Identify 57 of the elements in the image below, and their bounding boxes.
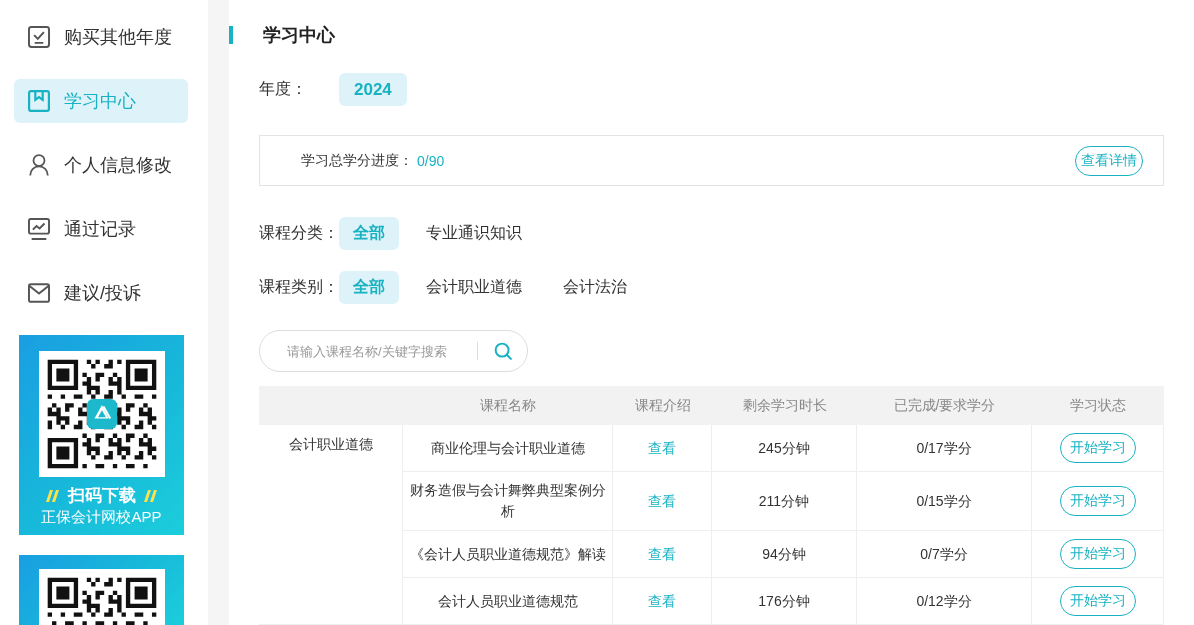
details-button[interactable]: 查看详情 (1075, 145, 1143, 176)
bookmark-icon (28, 90, 50, 112)
column-header: 课程介绍 (634, 396, 691, 413)
year-label: 年度： (259, 79, 308, 99)
course-name: 商业伦理与会计职业道德 (430, 438, 585, 458)
start-study-button[interactable]: 开始学习 (1059, 486, 1136, 516)
mail-icon (28, 282, 50, 304)
sidebar-item[interactable]: 学习中心 (14, 79, 188, 123)
remaining-time: 176分钟 (758, 591, 810, 611)
column-header: 已完成/要求学分 (893, 396, 996, 413)
category-name: 会计职业道德 (288, 435, 373, 454)
page-title: 学习中心 (263, 25, 335, 45)
double-slash-icon (45, 490, 60, 502)
chart-monitor-icon (28, 218, 50, 240)
view-link[interactable]: 查看 (648, 437, 676, 459)
filter-option[interactable]: 会计法治 (549, 271, 641, 304)
filter-option[interactable]: 会计职业道德 (412, 271, 536, 304)
course-name: 会计人员职业道德规范 (437, 591, 578, 611)
banner-subtitle: 正保会计网校APP (41, 508, 162, 526)
view-link[interactable]: 查看 (648, 543, 676, 565)
app-logo-icon (86, 399, 117, 429)
filter-label: 课程类别： (259, 277, 339, 297)
column-header: 剩余学习时长 (742, 396, 827, 413)
year-chip[interactable]: 2024 (339, 73, 407, 106)
person-icon (28, 154, 50, 176)
sidebar-item[interactable]: 购买其他年度 (14, 15, 188, 59)
search-field[interactable]: 请输入课程名称/关键字搜索 (259, 330, 528, 372)
filter-label: 课程分类： (259, 223, 339, 243)
progress-value: 0/90 (417, 152, 445, 169)
column-header: 课程名称 (480, 396, 536, 413)
start-study-button[interactable]: 开始学习 (1059, 586, 1136, 616)
sidebar-item[interactable]: 通过记录 (14, 207, 188, 251)
course-name: 财务造假与会计舞弊典型案例分析 (409, 481, 606, 521)
credits: 0/7学分 (920, 544, 968, 564)
sidebar-item[interactable]: 建议/投诉 (14, 271, 188, 315)
sidebar-item[interactable]: 个人信息修改 (14, 143, 188, 187)
credits: 0/15学分 (916, 491, 972, 511)
accent-bar (229, 26, 233, 44)
remaining-time: 94分钟 (762, 544, 806, 564)
progress-label: 学习总学分进度： (301, 151, 413, 170)
double-slash-icon (143, 490, 158, 502)
banner-title: 扫码下载 (67, 485, 136, 507)
remaining-time: 245分钟 (758, 438, 810, 458)
column-header: 学习状态 (1070, 396, 1126, 413)
filter-option[interactable]: 全部 (339, 217, 399, 250)
view-link[interactable]: 查看 (648, 590, 676, 612)
checkbox-icon (28, 26, 50, 48)
start-study-button[interactable]: 开始学习 (1059, 433, 1136, 463)
credits: 0/12学分 (916, 591, 972, 611)
remaining-time: 211分钟 (758, 491, 810, 511)
search-icon[interactable] (494, 342, 512, 360)
view-link[interactable]: 查看 (648, 490, 676, 512)
start-study-button[interactable]: 开始学习 (1059, 539, 1136, 569)
filter-option[interactable]: 专业通识知识 (412, 217, 536, 250)
credits: 0/17学分 (916, 438, 972, 458)
filter-option[interactable]: 全部 (339, 271, 399, 304)
course-name: 《会计人员职业道德规范》解读 (409, 544, 606, 564)
